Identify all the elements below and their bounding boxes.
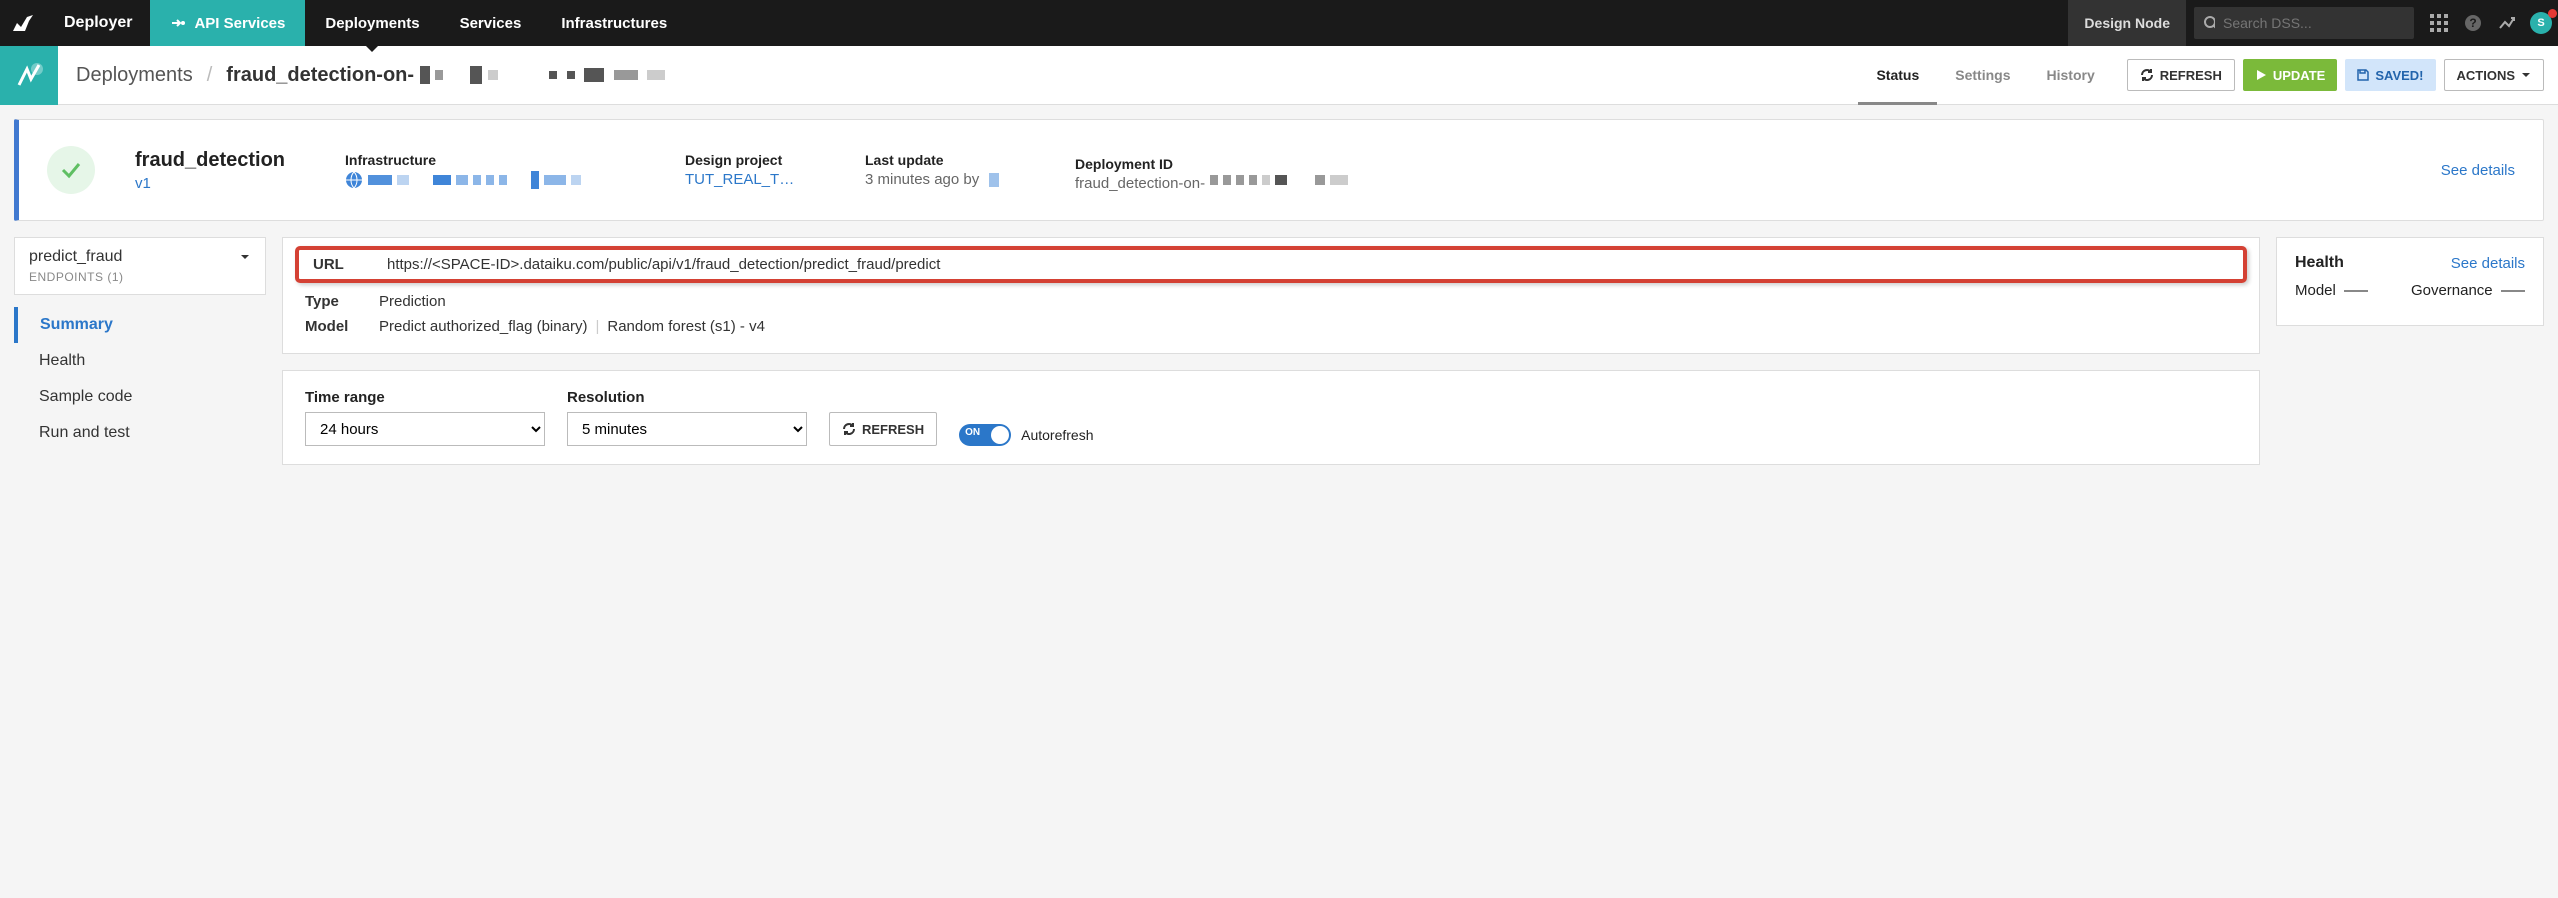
design-project-value[interactable]: TUT_REAL_T…: [685, 171, 825, 188]
tab-services[interactable]: Services: [440, 0, 542, 46]
governance-dash: [2501, 290, 2525, 292]
side-menu: Summary Health Sample code Run and test: [14, 307, 266, 451]
url-value[interactable]: https://<SPACE-ID>.dataiku.com/public/ap…: [387, 256, 940, 273]
endpoints-count: ENDPOINTS (1): [29, 270, 251, 284]
resolution-select[interactable]: 5 minutes: [567, 412, 807, 446]
endpoint-details-panel: URL https://<SPACE-ID>.dataiku.com/publi…: [282, 237, 2260, 354]
logo: [0, 0, 46, 46]
crumb-deployment-name: fraud_detection-on-: [226, 64, 669, 87]
crumb-deployments[interactable]: Deployments: [76, 64, 193, 87]
time-range-select[interactable]: 24 hours: [305, 412, 545, 446]
status-check-icon: [47, 146, 95, 194]
caret-down-icon: [239, 251, 251, 263]
caret-down-icon: [2521, 70, 2531, 80]
tab-label: Deployments: [325, 15, 419, 32]
refresh-icon: [2140, 68, 2154, 82]
tab-label: Infrastructures: [561, 15, 667, 32]
autorefresh-toggle[interactable]: ON Autorefresh: [959, 424, 1093, 446]
refresh-icon: [842, 422, 856, 436]
model-key: Model: [305, 318, 359, 335]
deployment-id-value: fraud_detection-on-: [1075, 175, 1435, 185]
section-status[interactable]: Status: [1858, 46, 1937, 104]
deployment-summary-card: fraud_detection v1 Infrastructure: [14, 119, 2544, 221]
resolution-label: Resolution: [567, 389, 807, 406]
search-input[interactable]: [2223, 15, 2404, 31]
type-value: Prediction: [379, 293, 446, 310]
svg-text:?: ?: [2469, 16, 2476, 30]
tab-label: API Services: [194, 15, 285, 32]
health-panel: Health See details Model Governance: [2276, 237, 2544, 326]
refresh-chart-button[interactable]: REFRESH: [829, 412, 937, 446]
url-highlight-box: URL https://<SPACE-ID>.dataiku.com/publi…: [295, 246, 2247, 283]
section-history[interactable]: History: [2029, 46, 2113, 104]
model-health-label: Model: [2295, 282, 2336, 299]
model-value: Predict authorized_flag (binary)|Random …: [379, 318, 765, 335]
side-menu-run-test[interactable]: Run and test: [17, 415, 266, 451]
infrastructure-label: Infrastructure: [345, 152, 645, 168]
help-icon[interactable]: ?: [2456, 6, 2490, 40]
selected-endpoint: predict_fraud: [29, 248, 122, 266]
section-tabs: Status Settings History: [1858, 46, 2112, 104]
breadcrumb: Deployments / fraud_detection-on-: [58, 64, 669, 87]
side-menu-sample-code[interactable]: Sample code: [17, 379, 266, 415]
crumb-separator: /: [207, 64, 213, 87]
play-icon: [2255, 69, 2267, 81]
service-name: fraud_detection: [135, 149, 305, 172]
sub-header: Deployments / fraud_detection-on- Status…: [0, 46, 2558, 105]
type-key: Type: [305, 293, 359, 310]
actions-button[interactable]: ACTIONS: [2444, 59, 2545, 91]
last-update-value: 3 minutes ago by: [865, 171, 1035, 188]
search-box[interactable]: [2194, 7, 2414, 39]
endpoint-selector[interactable]: predict_fraud ENDPOINTS (1): [14, 237, 266, 295]
governance-label: Governance: [2411, 282, 2493, 299]
tab-api-services[interactable]: API Services: [150, 0, 305, 46]
refresh-button[interactable]: REFRESH: [2127, 59, 2235, 91]
header-buttons: REFRESH UPDATE SAVED! ACTIONS: [2113, 59, 2558, 91]
health-label: Health: [2295, 254, 2344, 272]
time-range-label: Time range: [305, 389, 545, 406]
update-button[interactable]: UPDATE: [2243, 59, 2337, 91]
health-see-details[interactable]: See details: [2451, 255, 2525, 272]
time-range-panel: Time range 24 hours Resolution 5 minutes…: [282, 370, 2260, 465]
brand-label: Deployer: [46, 14, 150, 32]
tab-infrastructures[interactable]: Infrastructures: [541, 0, 687, 46]
infrastructure-value: [345, 171, 645, 189]
activity-icon[interactable]: [2490, 6, 2524, 40]
model-health-dash: [2344, 290, 2368, 292]
tab-label: Services: [460, 15, 522, 32]
autorefresh-label: Autorefresh: [1021, 427, 1093, 443]
side-menu-health[interactable]: Health: [17, 343, 266, 379]
last-update-label: Last update: [865, 152, 1035, 168]
side-menu-summary[interactable]: Summary: [14, 307, 266, 343]
project-icon[interactable]: [0, 46, 58, 105]
arrow-icon: [170, 15, 186, 31]
apps-icon[interactable]: [2422, 6, 2456, 40]
see-details-link[interactable]: See details: [2441, 162, 2515, 179]
top-navbar: Deployer API Services Deployments Servic…: [0, 0, 2558, 46]
design-node-label[interactable]: Design Node: [2068, 0, 2186, 46]
url-key: URL: [313, 256, 367, 273]
saved-button: SAVED!: [2345, 59, 2435, 91]
user-avatar[interactable]: S: [2524, 6, 2558, 40]
globe-icon: [345, 171, 363, 189]
design-project-label: Design project: [685, 152, 825, 168]
save-icon: [2357, 69, 2369, 81]
service-version[interactable]: v1: [135, 175, 305, 192]
search-icon: [2204, 16, 2215, 30]
bird-icon: [11, 13, 35, 33]
deployment-id-label: Deployment ID: [1075, 156, 1435, 172]
section-settings[interactable]: Settings: [1937, 46, 2028, 104]
tab-deployments[interactable]: Deployments: [305, 0, 439, 46]
